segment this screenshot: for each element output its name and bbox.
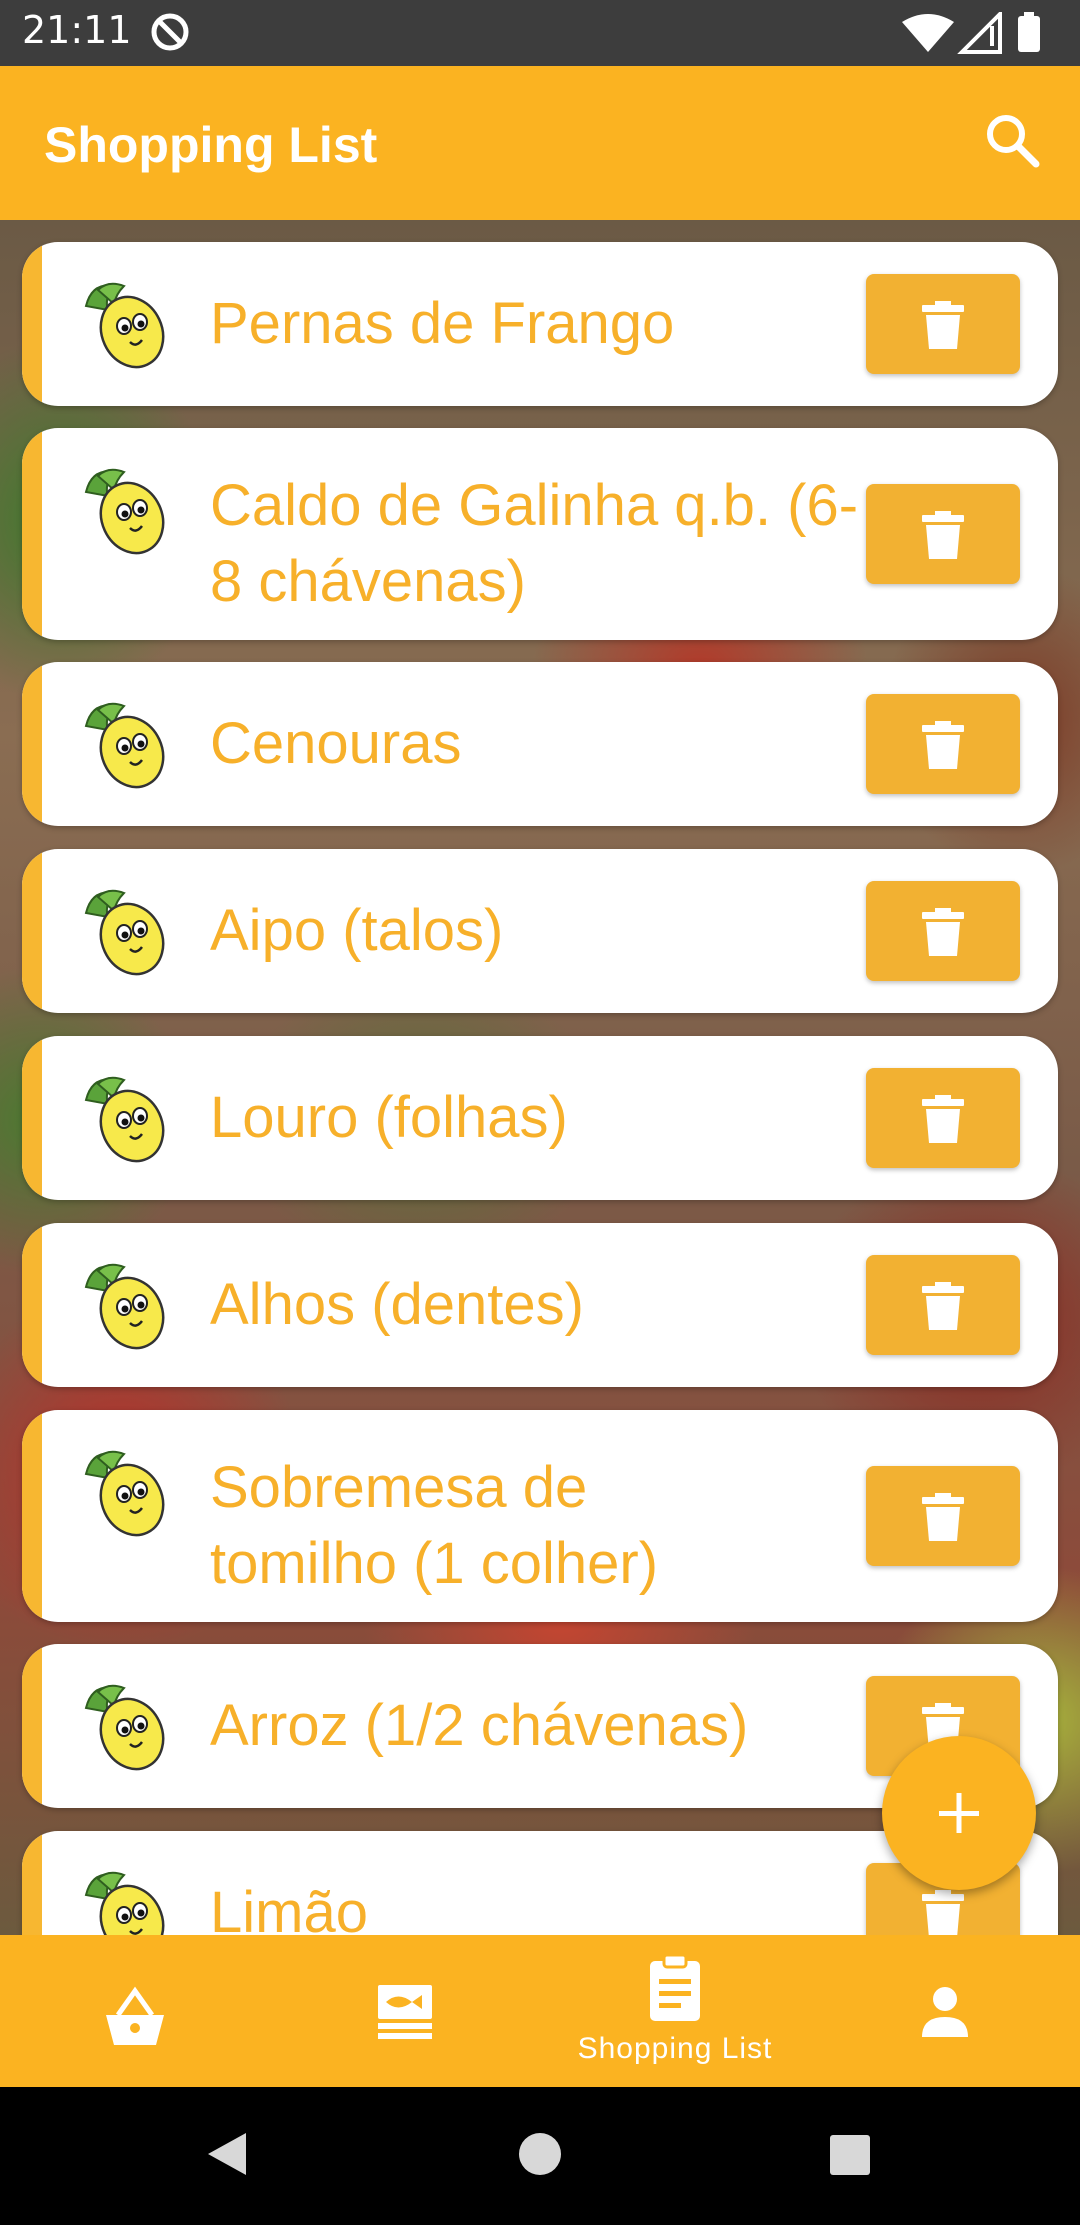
delete-button[interactable] (866, 1068, 1020, 1168)
delete-button[interactable] (866, 274, 1020, 374)
trash-icon (922, 301, 964, 349)
back-icon[interactable] (208, 2133, 246, 2175)
home-icon[interactable] (519, 2133, 561, 2175)
item-label: Sobremesa de tomilho (1 colher) (210, 1455, 659, 1596)
recents-icon[interactable] (830, 2135, 870, 2175)
trash-icon (922, 1890, 964, 1935)
page-title: Shopping List (44, 117, 378, 173)
delete-button[interactable] (866, 881, 1020, 981)
wifi-icon (902, 14, 954, 52)
search-icon[interactable] (982, 110, 1042, 170)
shopping-list[interactable]: Pernas de Frango Caldo de Galinha q.b. (… (0, 220, 1080, 1935)
delete-button[interactable] (866, 1255, 1020, 1355)
list-item[interactable]: Pernas de Frango (22, 242, 1058, 406)
item-label: Louro (folhas) (210, 1085, 568, 1150)
person-icon (922, 1987, 968, 2037)
lemon-icon (84, 1871, 165, 1935)
nav-item-profile[interactable] (810, 1935, 1080, 2087)
status-time: 21:11 (22, 8, 132, 52)
signal-icon (957, 12, 1002, 54)
lemon-icon (84, 702, 165, 789)
delete-button[interactable] (866, 1466, 1020, 1566)
list-item[interactable]: Sobremesa de tomilho (1 colher) (22, 1410, 1058, 1622)
lemon-icon (84, 282, 165, 369)
list-item[interactable]: Louro (folhas) (22, 1036, 1058, 1200)
at-sign-icon (151, 13, 189, 51)
status-bar: 21:11 (0, 0, 1080, 66)
trash-icon (922, 511, 964, 559)
list-item[interactable]: Cenouras (22, 662, 1058, 826)
bottom-nav: Shopping List (0, 1935, 1080, 2087)
add-item-button[interactable] (882, 1736, 1036, 1890)
lemon-icon (84, 889, 165, 976)
item-label: Alhos (dentes) (210, 1272, 584, 1337)
system-nav-bar (0, 2087, 1080, 2220)
item-label: Cenouras (210, 711, 462, 776)
list-item[interactable]: Aipo (talos) (22, 849, 1058, 1013)
lemon-icon (84, 1263, 165, 1350)
trash-icon (922, 1282, 964, 1330)
trash-icon (922, 908, 964, 956)
basket-icon (106, 1986, 164, 2045)
trash-icon (922, 1095, 964, 1143)
nav-label: Shopping List (577, 2032, 773, 2065)
lemon-icon (84, 1076, 165, 1163)
item-label: Arroz (1/2 chávenas) (210, 1693, 749, 1758)
list-item[interactable]: Alhos (dentes) (22, 1223, 1058, 1387)
item-label: Pernas de Frango (210, 291, 675, 356)
lemon-icon (84, 468, 165, 555)
item-label: Caldo de Galinha q.b. (6-8 chávenas) (210, 473, 859, 614)
recipe-icon (378, 1985, 432, 2039)
battery-icon (1018, 16, 1040, 52)
lemon-icon (84, 1450, 165, 1537)
delete-button[interactable] (866, 484, 1020, 584)
item-label: Aipo (talos) (210, 898, 504, 963)
delete-button[interactable] (866, 694, 1020, 794)
lemon-icon (84, 1684, 165, 1771)
plus-icon (939, 1793, 979, 1833)
list-item[interactable]: Caldo de Galinha q.b. (6-8 chávenas) (22, 428, 1058, 640)
trash-icon (922, 1493, 964, 1541)
item-label: Limão (210, 1880, 368, 1935)
nav-item-recipes[interactable] (270, 1935, 540, 2087)
trash-icon (922, 721, 964, 769)
nav-item-basket[interactable] (0, 1935, 270, 2087)
app-bar: Shopping List (0, 66, 1080, 220)
nav-item-shopping-list[interactable]: Shopping List (540, 1935, 810, 2087)
status-icons (902, 12, 1040, 54)
